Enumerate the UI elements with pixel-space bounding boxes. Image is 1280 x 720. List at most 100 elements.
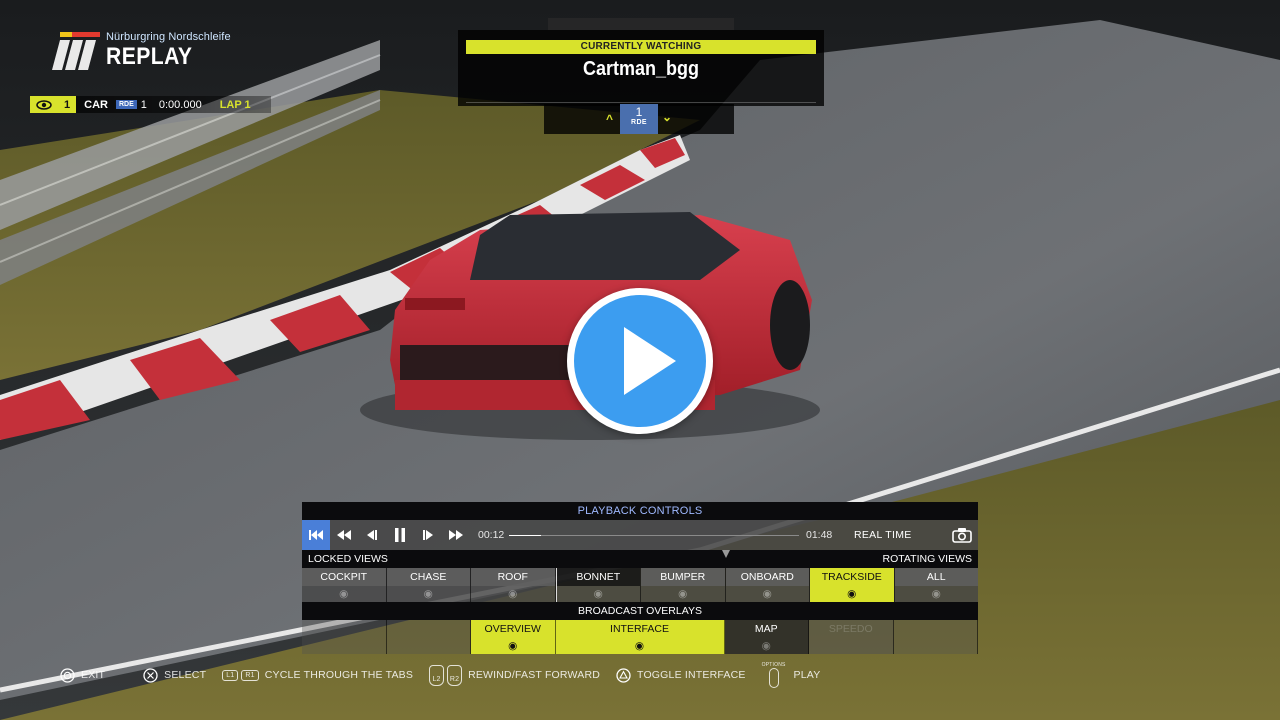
views-header: LOCKED VIEWS ROTATING VIEWS <box>302 550 978 568</box>
hint-rewind-label: REWIND/FAST FORWARD <box>468 669 601 681</box>
watch-heading: CURRENTLY WATCHING <box>466 40 816 54</box>
step-forward-icon <box>423 530 433 540</box>
hint-select-label: SELECT <box>164 669 207 681</box>
playback-title: PLAYBACK CONTROLS <box>302 502 978 520</box>
step-back-icon <box>367 530 377 540</box>
step-forward-button[interactable] <box>414 520 442 550</box>
rewind-button[interactable] <box>330 520 358 550</box>
hint-cycle-label: CYCLE THROUGH THE TABS <box>264 669 414 681</box>
hint-play-label: PLAY <box>793 669 821 681</box>
watch-divider <box>466 102 816 103</box>
hint-exit-label: EXIT <box>81 669 106 681</box>
view-button-bonnet[interactable]: BONNET ◉ <box>555 568 641 602</box>
view-button-label: BUMPER <box>641 568 725 586</box>
lap-counter: LAP 1 <box>219 98 251 111</box>
chevron-up-icon[interactable]: ^ <box>606 112 613 126</box>
overlay-map-button[interactable]: MAP ◉ <box>724 620 809 654</box>
view-button-label: COCKPIT <box>302 568 386 586</box>
hint-select[interactable]: SELECT <box>143 667 207 683</box>
camera-views-row: COCKPIT ◉ CHASE ◉ ROOF ◉ BONNET ◉ BUMPER ◉ ONBOARD… <box>302 568 978 602</box>
eye-icon: ◉ <box>508 640 518 652</box>
hint-exit[interactable]: EXIT <box>60 667 106 683</box>
cross-button-icon <box>143 667 158 683</box>
fast-forward-button[interactable] <box>442 520 470 550</box>
hint-play[interactable]: OPTIONS PLAY <box>762 662 821 688</box>
overlay-interface-button[interactable]: INTERFACE ◉ <box>555 620 725 654</box>
playback-bar: 00:12 01:48 REAL TIME <box>302 520 978 550</box>
triangle-button-icon <box>616 667 631 683</box>
broadcast-overlays-row: OVERVIEW ◉ INTERFACE ◉ MAP ◉ SPEEDO <box>302 620 978 654</box>
skip-to-start-button[interactable] <box>302 520 330 550</box>
pause-button[interactable] <box>386 520 414 550</box>
mode-title: REPLAY <box>106 43 193 70</box>
game-branding: Nürburgring Nordschleife REPLAY <box>52 30 231 72</box>
eye-icon: ◉ <box>339 588 349 600</box>
view-button-all[interactable]: ALL ◉ <box>894 568 978 602</box>
r1-button-icon: R1 <box>241 669 259 681</box>
view-button-label: ROOF <box>471 568 555 586</box>
view-button-label: CHASE <box>386 568 470 586</box>
hint-toggle-interface[interactable]: TOGGLE INTERFACE <box>616 667 746 683</box>
eye-icon: ◉ <box>931 588 941 600</box>
view-button-label: BONNET <box>556 568 640 586</box>
hint-cycle-tabs[interactable]: L1 R1 CYCLE THROUGH THE TABS <box>222 669 413 681</box>
play-triangle-icon <box>624 327 676 395</box>
hint-toggle-label: TOGGLE INTERFACE <box>637 669 746 681</box>
locked-views-label: LOCKED VIEWS <box>308 553 388 565</box>
skip-back-icon <box>309 530 323 540</box>
selected-car-chip[interactable]: 1 RDE <box>620 104 658 134</box>
overlay-slot-empty <box>386 620 471 654</box>
view-button-trackside[interactable]: TRACKSIDE ◉ <box>810 568 895 602</box>
watched-driver-name: Cartman_bgg <box>582 58 700 80</box>
circle-button-icon <box>60 667 75 683</box>
watch-panel-tab <box>548 18 734 30</box>
broadcast-overlays-title: BROADCAST OVERLAYS <box>302 602 978 620</box>
car-status-bar: 1 CAR RDE 1 0:00.000 LAP 1 <box>30 96 271 113</box>
view-button-onboard[interactable]: ONBOARD ◉ <box>725 568 810 602</box>
eye-icon: ◉ <box>761 640 771 652</box>
overlay-slot-empty <box>893 620 978 654</box>
timeline-scrubber[interactable] <box>509 535 799 536</box>
overlay-overview-label: OVERVIEW <box>484 623 541 635</box>
track-name: Nürburgring Nordschleife <box>106 31 231 43</box>
playback-speed[interactable]: REAL TIME <box>854 529 912 541</box>
chevron-down-icon[interactable]: ⌄ <box>662 110 672 124</box>
position-number: 1 <box>64 98 71 111</box>
game-logo-icon <box>52 32 100 70</box>
step-back-button[interactable] <box>358 520 386 550</box>
r2-button-icon: R2 <box>447 664 463 686</box>
rewind-icon <box>337 530 351 540</box>
car-number: 1 <box>140 98 147 111</box>
rotating-views-label: ROTATING VIEWS <box>882 553 972 565</box>
view-button-label: ONBOARD <box>725 568 809 586</box>
view-button-label: TRACKSIDE <box>810 568 894 586</box>
overlay-interface-label: INTERFACE <box>610 623 669 635</box>
eye-icon <box>36 99 52 110</box>
view-button-cockpit[interactable]: COCKPIT ◉ <box>302 568 387 602</box>
lap-time: 0:00.000 <box>158 98 202 111</box>
pause-icon <box>395 528 405 542</box>
overlay-speedo-button[interactable]: SPEEDO <box>809 620 894 654</box>
camera-icon[interactable] <box>952 527 972 548</box>
view-button-label: ALL <box>894 568 978 586</box>
eye-icon: ◉ <box>762 588 772 600</box>
position-badge: 1 <box>30 96 77 113</box>
views-divider-notch <box>722 550 730 558</box>
car-selector: ^ 1 RDE ⌄ <box>544 104 734 134</box>
view-button-chase[interactable]: CHASE ◉ <box>386 568 471 602</box>
overlay-speedo-label: SPEEDO <box>828 623 873 635</box>
view-button-bumper[interactable]: BUMPER ◉ <box>641 568 726 602</box>
eye-icon: ◉ <box>634 640 645 652</box>
overlay-overview-button[interactable]: OVERVIEW ◉ <box>471 620 556 654</box>
watch-panel-body: CURRENTLY WATCHING Cartman_bgg <box>458 30 824 106</box>
overlay-slot-empty <box>302 620 387 654</box>
view-button-roof[interactable]: ROOF ◉ <box>471 568 556 602</box>
controller-hints-bar: EXIT SELECT L1 R1 CYCLE THROUGH THE TABS… <box>60 662 836 688</box>
eye-icon: ◉ <box>423 588 433 600</box>
hint-rewind-ff[interactable]: L2 R2 REWIND/FAST FORWARD <box>429 664 601 686</box>
video-play-button[interactable] <box>567 288 713 434</box>
eye-icon: ◉ <box>810 586 894 602</box>
selected-car-number: 1 <box>635 105 643 119</box>
eye-icon: ◉ <box>508 588 518 600</box>
timeline-progress <box>509 535 541 536</box>
